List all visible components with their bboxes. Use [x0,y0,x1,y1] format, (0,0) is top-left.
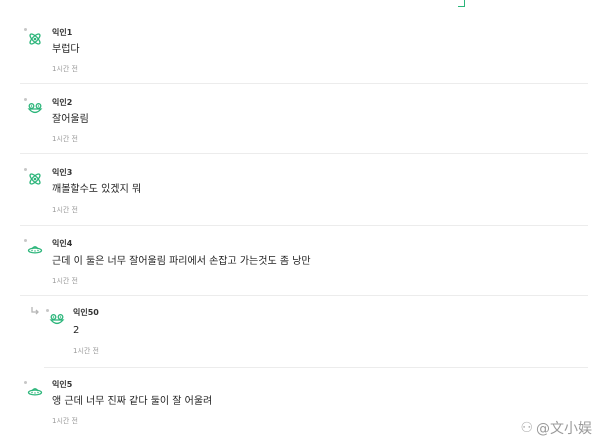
comment-body: 깨볼할수도 있겠지 뭐 [52,184,142,195]
comment-body: 앵 근데 너무 진짜 같다 둘이 잘 어울려 [52,396,213,407]
comment-time: 1시간 전 [73,347,99,355]
comment-author: 익인3 [52,168,73,177]
comment-author: 익인50 [73,308,99,317]
comment-body: 2 [73,325,80,336]
watermark: ⚇ @文小娱 [520,418,592,438]
frog-icon [27,101,43,117]
watermark-logo-icon: ⚇ [520,420,533,436]
divider [44,367,588,368]
comment-author: 익인1 [52,28,73,37]
comment-author: 익인5 [52,380,73,389]
comment-time: 1시간 전 [52,206,78,214]
comment-time: 1시간 전 [52,135,78,143]
comment-item: 익인4 근데 이 둘은 너무 잘어울림 파리에서 손잡고 가는것도 좀 낭만 1… [0,228,600,296]
comment-body: 근데 이 둘은 너무 잘어울림 파리에서 손잡고 가는것도 좀 낭만 [52,256,311,267]
comment-time: 1시간 전 [52,417,78,425]
comment-item: 익인5 앵 근데 너무 진짜 같다 둘이 잘 어울려 1시간 전 [0,370,600,444]
ufo-icon [27,242,43,258]
divider [20,153,588,154]
divider [20,225,588,226]
comment-item: 익인2 잘어울림 1시간 전 [0,86,600,154]
atom-icon [27,171,43,187]
frog-icon [49,312,65,328]
comment-author: 익인4 [52,239,73,248]
reply-arrow-icon [30,306,40,316]
comment-time: 1시간 전 [52,65,78,73]
comment-author: 익인2 [52,98,73,107]
reply-comment-item: 익인50 2 1시간 전 [0,298,600,368]
divider [20,295,588,296]
comment-item: 익인3 깨볼할수도 있겠지 뭐 1시간 전 [0,156,600,226]
watermark-text: @文小娱 [536,421,592,437]
comment-item: 익인1 부럽다 1시간 전 [0,18,600,84]
comment-body: 잘어울림 [52,114,89,125]
corner-bracket-mark [458,0,465,7]
comment-time: 1시간 전 [52,277,78,285]
ufo-icon [27,384,43,400]
divider [20,83,588,84]
comment-body: 부럽다 [52,44,80,55]
atom-icon [27,31,43,47]
